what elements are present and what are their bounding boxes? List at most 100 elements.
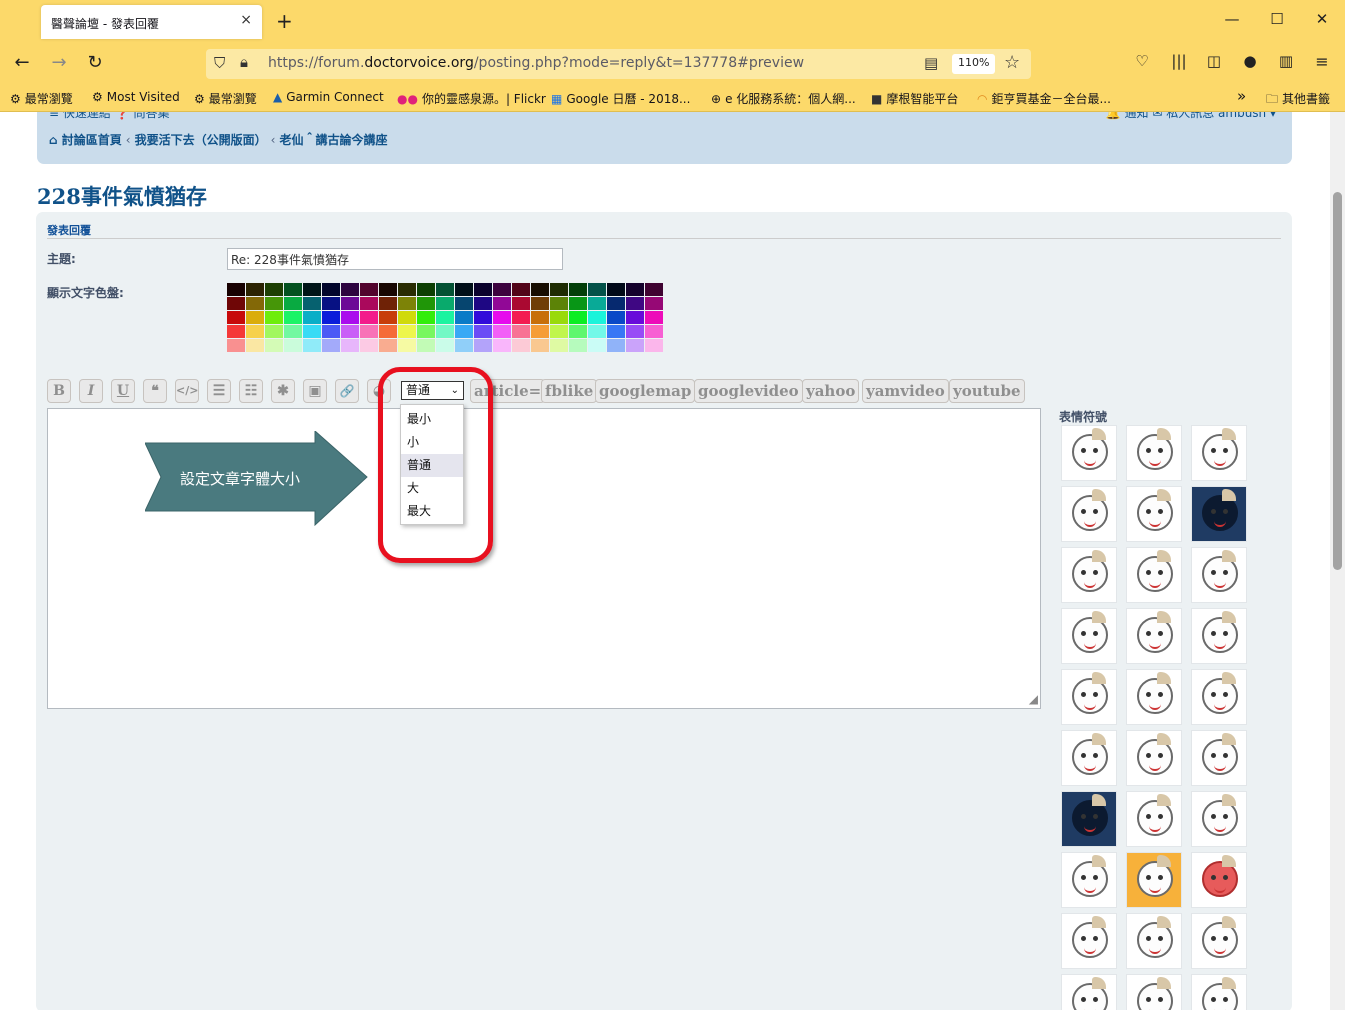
smiley-icon[interactable] xyxy=(1061,974,1117,1010)
smiley-icon[interactable] xyxy=(1191,425,1247,481)
back-icon[interactable]: ← xyxy=(10,52,34,73)
url-bar[interactable]: ⛉ 🔒︎ https://forum.doctorvoice.org/posti… xyxy=(206,49,1031,79)
color-swatch[interactable] xyxy=(455,283,473,296)
color-swatch[interactable] xyxy=(436,297,454,310)
color-swatch[interactable] xyxy=(341,311,359,324)
color-swatch[interactable] xyxy=(322,283,340,296)
smiley-icon[interactable] xyxy=(1126,608,1182,664)
color-swatch[interactable] xyxy=(626,339,644,352)
color-swatch[interactable] xyxy=(512,297,530,310)
color-swatch[interactable] xyxy=(284,311,302,324)
color-swatch[interactable] xyxy=(474,339,492,352)
image-button[interactable]: ▣ xyxy=(303,379,327,403)
color-swatch[interactable] xyxy=(455,311,473,324)
color-swatch[interactable] xyxy=(398,325,416,338)
color-swatch[interactable] xyxy=(569,297,587,310)
smiley-icon[interactable] xyxy=(1126,791,1182,847)
color-swatch[interactable] xyxy=(531,297,549,310)
page-title[interactable]: 228事件氣憤猶存 xyxy=(37,181,207,211)
color-swatch[interactable] xyxy=(455,339,473,352)
smiley-icon[interactable] xyxy=(1126,425,1182,481)
color-swatch[interactable] xyxy=(379,339,397,352)
color-swatch[interactable] xyxy=(569,311,587,324)
color-swatch[interactable] xyxy=(493,339,511,352)
color-swatch[interactable] xyxy=(626,297,644,310)
breadcrumb-item[interactable]: 我要活下去（公開版面） xyxy=(135,133,267,147)
resize-grip-icon[interactable]: ◢ xyxy=(1029,692,1038,706)
color-swatch[interactable] xyxy=(531,283,549,296)
color-swatch[interactable] xyxy=(550,339,568,352)
color-swatch[interactable] xyxy=(531,311,549,324)
color-swatch[interactable] xyxy=(417,311,435,324)
color-swatch[interactable] xyxy=(227,297,245,310)
bookmark-item[interactable]: ⊕ e 化服務系統：個人網... xyxy=(711,90,856,107)
color-swatch[interactable] xyxy=(588,325,606,338)
color-swatch[interactable] xyxy=(303,325,321,338)
color-swatch[interactable] xyxy=(588,283,606,296)
color-swatch[interactable] xyxy=(436,311,454,324)
smiley-icon[interactable] xyxy=(1191,852,1247,908)
color-swatch[interactable] xyxy=(379,311,397,324)
color-swatch[interactable] xyxy=(417,339,435,352)
color-swatch[interactable] xyxy=(550,325,568,338)
page-scrollbar[interactable] xyxy=(1330,112,1345,1010)
reload-icon[interactable]: ↻ xyxy=(83,52,107,73)
color-swatch[interactable] xyxy=(493,297,511,310)
color-swatch[interactable] xyxy=(531,339,549,352)
color-swatch[interactable] xyxy=(246,339,264,352)
minimize-icon[interactable]: — xyxy=(1222,10,1242,28)
color-swatch[interactable] xyxy=(474,283,492,296)
color-swatch[interactable] xyxy=(512,283,530,296)
color-swatch[interactable] xyxy=(493,311,511,324)
googlemap-tag-button[interactable]: googlemap xyxy=(595,379,696,403)
color-swatch[interactable] xyxy=(569,283,587,296)
close-window-icon[interactable]: ✕ xyxy=(1312,10,1332,28)
breadcrumb-item[interactable]: 討論區首頁 xyxy=(62,133,122,147)
color-swatch[interactable] xyxy=(322,339,340,352)
color-swatch[interactable] xyxy=(398,311,416,324)
numbered-list-button[interactable]: ☷ xyxy=(239,379,263,403)
smiley-icon[interactable] xyxy=(1126,974,1182,1010)
smiley-icon[interactable] xyxy=(1191,730,1247,786)
shield-icon[interactable]: ⛉ xyxy=(214,54,225,72)
color-swatch[interactable] xyxy=(265,283,283,296)
list-item-button[interactable]: ✱ xyxy=(271,379,295,403)
smiley-icon[interactable] xyxy=(1061,913,1117,969)
color-swatch[interactable] xyxy=(645,283,663,296)
smiley-icon[interactable] xyxy=(1061,852,1117,908)
smiley-icon[interactable] xyxy=(1126,913,1182,969)
color-swatch[interactable] xyxy=(550,297,568,310)
forward-icon[interactable]: → xyxy=(47,52,71,73)
color-swatch[interactable] xyxy=(626,325,644,338)
color-swatch[interactable] xyxy=(341,325,359,338)
color-swatch[interactable] xyxy=(512,339,530,352)
color-swatch[interactable] xyxy=(645,311,663,324)
color-swatch[interactable] xyxy=(246,297,264,310)
color-swatch[interactable] xyxy=(436,325,454,338)
list-button[interactable]: ☰ xyxy=(207,379,231,403)
color-swatch[interactable] xyxy=(512,325,530,338)
color-swatch[interactable] xyxy=(227,311,245,324)
color-swatch[interactable] xyxy=(303,297,321,310)
maximize-icon[interactable]: ☐ xyxy=(1267,10,1287,28)
subject-input[interactable] xyxy=(227,248,563,270)
color-swatch[interactable] xyxy=(645,297,663,310)
color-swatch[interactable] xyxy=(626,311,644,324)
new-tab-icon[interactable]: + xyxy=(276,9,293,33)
browser-tab[interactable]: 醫聲論壇 - 發表回覆 × xyxy=(41,5,262,39)
youtube-tag-button[interactable]: youtube xyxy=(949,379,1025,403)
color-swatch[interactable] xyxy=(455,297,473,310)
color-swatch[interactable] xyxy=(607,311,625,324)
home-icon[interactable]: ⌂ xyxy=(49,133,58,147)
color-swatch[interactable] xyxy=(246,311,264,324)
color-swatch[interactable] xyxy=(246,283,264,296)
smiley-icon[interactable] xyxy=(1126,730,1182,786)
smiley-icon[interactable] xyxy=(1061,547,1117,603)
smiley-icon[interactable] xyxy=(1191,608,1247,664)
color-swatch[interactable] xyxy=(455,325,473,338)
smiley-icon[interactable] xyxy=(1061,608,1117,664)
color-swatch[interactable] xyxy=(493,325,511,338)
color-swatch[interactable] xyxy=(379,297,397,310)
quick-links[interactable]: ≡ 快速連結 ❓ 問答集 xyxy=(49,112,169,121)
color-swatch[interactable] xyxy=(398,283,416,296)
